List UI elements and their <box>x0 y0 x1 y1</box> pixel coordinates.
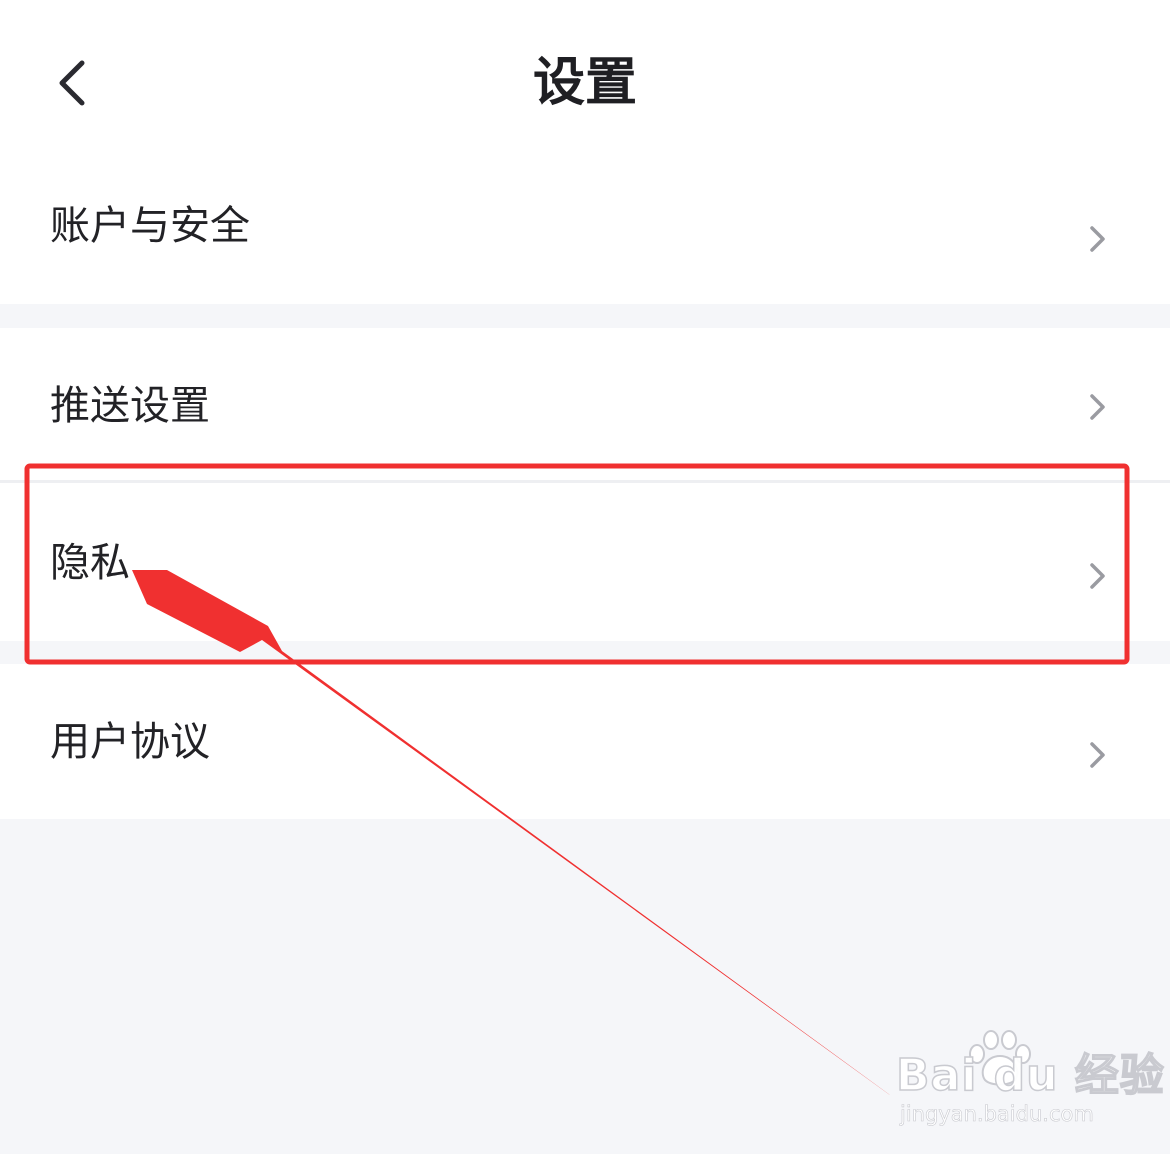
annotation-arrow <box>132 570 905 1106</box>
settings-item-push-settings[interactable]: 推送设置 <box>0 328 1170 483</box>
settings-item-user-agreement[interactable]: 用户协议 <box>0 664 1170 819</box>
settings-item-privacy[interactable]: 隐私 <box>0 483 1170 641</box>
settings-item-label: 推送设置 <box>50 383 210 429</box>
watermark-url: jingyan.baidu.com <box>900 1102 1094 1127</box>
settings-item-label: 账户与安全 <box>50 203 250 249</box>
chevron-right-icon <box>1090 742 1105 768</box>
page-title: 设置 <box>532 53 637 113</box>
settings-item-label: 用户协议 <box>50 719 210 765</box>
chevron-right-icon <box>1090 394 1105 420</box>
chevron-right-icon <box>1090 226 1105 252</box>
settings-item-account-security[interactable]: 账户与安全 <box>0 170 1170 304</box>
header-bar: 设置 <box>0 0 1170 170</box>
settings-item-label: 隐私 <box>50 540 130 586</box>
chevron-right-icon <box>1090 563 1105 589</box>
watermark-logo: Bai du 经验 <box>895 1049 1165 1102</box>
